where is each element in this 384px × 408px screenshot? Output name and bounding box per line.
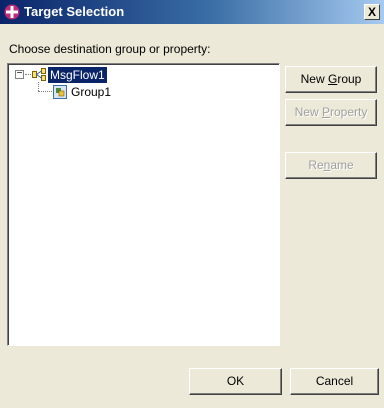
collapse-toggle[interactable]: −: [15, 69, 24, 79]
button-label: Re: [308, 158, 324, 172]
new-group-button[interactable]: New Group: [285, 66, 377, 93]
window-title: Target Selection: [24, 4, 125, 19]
mnemonic-letter: P: [321, 105, 330, 119]
tree-node-msgflow1[interactable]: MsgFlow1: [47, 66, 108, 84]
tree-connector: [38, 82, 39, 91]
eclipse-cross-icon: [4, 4, 20, 20]
button-label: New: [300, 72, 328, 86]
instruction-label: Choose destination group or property:: [9, 42, 211, 56]
button-label: roup: [337, 72, 362, 86]
ok-button[interactable]: OK: [189, 368, 282, 395]
cancel-button[interactable]: Cancel: [290, 368, 379, 395]
mnemonic-letter: G: [327, 72, 338, 86]
button-label: ame: [330, 158, 354, 172]
group-icon: [53, 85, 67, 99]
message-flow-icon: [32, 68, 46, 81]
target-tree[interactable]: − MsgFlow1 Group1: [7, 63, 280, 346]
tree-node-group1[interactable]: Group1: [71, 85, 111, 99]
close-button[interactable]: X: [364, 4, 380, 20]
button-label: roperty: [330, 105, 368, 119]
title-bar[interactable]: Target Selection X: [0, 0, 384, 24]
rename-button[interactable]: Rename: [285, 152, 377, 179]
tree-connector: [38, 91, 52, 92]
new-property-button[interactable]: New Property: [285, 99, 377, 126]
tree-connector: [25, 74, 31, 75]
button-label: New: [294, 105, 322, 119]
